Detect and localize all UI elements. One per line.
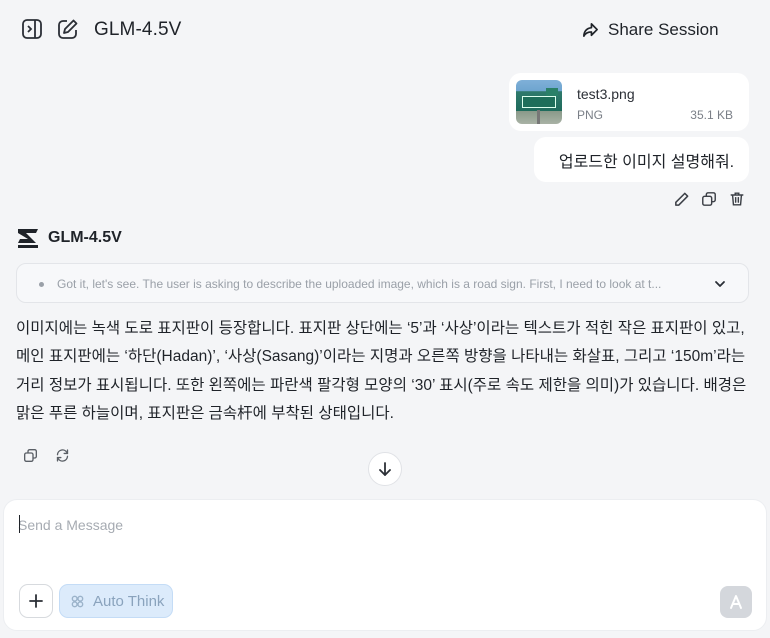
model-title[interactable]: GLM-4.5V <box>94 19 181 41</box>
thinking-bullet <box>39 282 44 287</box>
message-input[interactable] <box>18 514 718 536</box>
assistant-header: GLM-4.5V <box>16 227 122 249</box>
share-session-button[interactable]: Share Session <box>582 18 719 42</box>
send-icon <box>728 594 744 610</box>
copy-icon[interactable] <box>700 190 718 208</box>
share-icon <box>582 22 599 39</box>
attachment-file-type: PNG <box>577 108 604 122</box>
pencil-icon[interactable] <box>672 190 690 208</box>
attachment-file-name: test3.png <box>577 86 635 102</box>
top-bar: GLM-4.5V Share Session <box>0 0 770 60</box>
copy-icon[interactable] <box>22 447 38 463</box>
add-attachment-button[interactable] <box>19 584 53 618</box>
auto-think-toggle[interactable]: Auto Think <box>59 584 173 618</box>
assistant-message-actions <box>22 447 70 463</box>
arrow-down-icon <box>377 461 393 477</box>
trash-icon[interactable] <box>728 190 746 208</box>
user-message-bubble: 업로드한 이미지 설명해줘. <box>534 137 749 182</box>
sidebar-toggle-icon[interactable] <box>21 18 43 40</box>
attachment-thumbnail <box>516 80 562 124</box>
send-button[interactable] <box>720 586 752 618</box>
sparkle-icon <box>70 594 85 609</box>
refresh-icon[interactable] <box>54 447 70 463</box>
assistant-answer-text: 이미지에는 녹색 도로 표지판이 등장합니다. 표지판 상단에는 ‘5’과 ‘사… <box>16 320 747 422</box>
text-caret <box>19 515 20 533</box>
attachment-file-size: 35.1 KB <box>690 108 733 122</box>
new-chat-icon[interactable] <box>57 18 79 40</box>
thinking-preview-text: Got it, let's see. The user is asking to… <box>57 277 662 291</box>
assistant-name: GLM-4.5V <box>48 229 122 246</box>
scroll-to-bottom-button[interactable] <box>368 452 402 486</box>
share-label: Share Session <box>608 20 719 39</box>
chevron-down-icon[interactable] <box>712 276 728 292</box>
auto-think-label: Auto Think <box>93 592 165 610</box>
message-composer: Auto Think <box>3 499 767 631</box>
thinking-panel[interactable]: Got it, let's see. The user is asking to… <box>16 263 749 303</box>
zhipu-logo-icon <box>16 227 40 249</box>
plus-icon <box>28 593 44 609</box>
user-message-text: 업로드한 이미지 설명해줘. <box>558 153 735 171</box>
user-message-actions <box>672 190 746 208</box>
attachment-card[interactable]: test3.png PNG 35.1 KB <box>509 73 749 131</box>
